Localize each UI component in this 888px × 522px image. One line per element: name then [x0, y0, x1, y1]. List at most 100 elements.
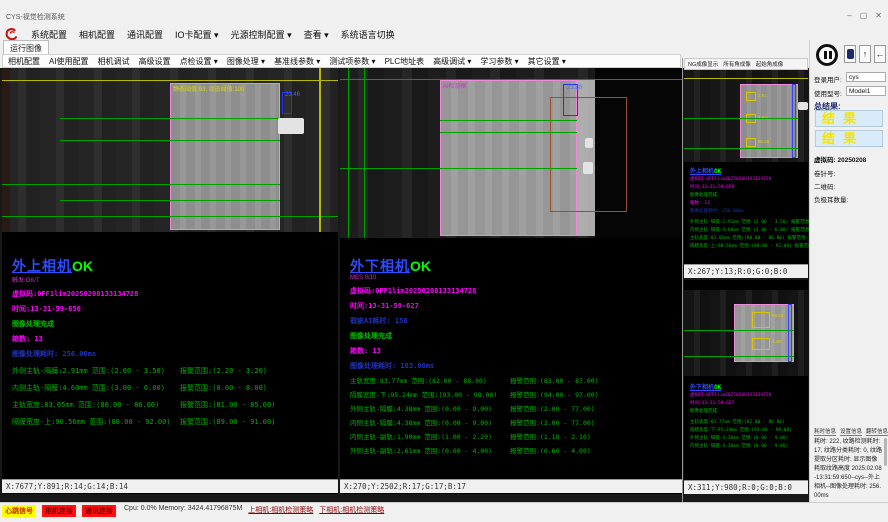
overlay-label: 2.91 — [758, 93, 767, 98]
mini-top-cursor-status: X:267;Y:13;R:0;G:0;B:0 — [684, 264, 808, 278]
measurement-row: 隔膜宽度-上:90.56mm 范围:(88.00 - 92.00)报警范围:(8… — [12, 417, 338, 427]
ai-box-label: AI检测框 — [443, 81, 467, 90]
threshold-label: 静态阈值:93, 动态阈值:100 — [173, 84, 244, 93]
overlay-line — [60, 140, 280, 141]
overlay-line — [684, 118, 798, 119]
toolbar-spotcheck[interactable]: 点检设置 ▾ — [180, 56, 218, 67]
measurement-row: 主轨宽度:83.77mm 范围:(82.00 - 88.00)报警范围:(83.… — [350, 375, 682, 385]
tab-settings-info[interactable]: 设置信息 — [840, 427, 862, 436]
menu-item-system-config[interactable]: 系统配置 — [31, 28, 67, 41]
maximize-button[interactable]: ▢ — [860, 11, 868, 20]
side-panel: ↑ ← 登录用户: cys 使用型号: Model1 总结果: 结果 结果 虚拟… — [809, 40, 888, 507]
left-box-count: 箱数: 13 — [12, 334, 338, 344]
login-user-label: 登录用户: — [814, 74, 842, 84]
pause-button[interactable] — [816, 44, 838, 66]
tab-ng-image[interactable]: NG成像显示 — [688, 60, 718, 68]
device-icon — [847, 49, 854, 59]
yellow-baseline — [2, 80, 338, 81]
overlay-line — [2, 184, 280, 185]
overlay-line — [2, 216, 338, 217]
minimize-button[interactable]: – — [847, 11, 851, 20]
left-edge-band — [2, 68, 10, 232]
roi-rect-pink — [170, 83, 280, 230]
toolbar-test-params[interactable]: 测试项参数 ▾ — [329, 56, 375, 67]
overlay-label: 95.24 — [772, 313, 783, 318]
login-user-field[interactable]: cys — [846, 72, 886, 82]
qr-label: 二维码: — [814, 181, 835, 191]
measure-box-yellow — [746, 92, 756, 101]
left-camera-image[interactable]: 静态阈值:93, 动态阈值:100 23.46 — [2, 68, 338, 232]
overlay-line — [684, 148, 798, 149]
device-button[interactable] — [844, 45, 856, 63]
mid-camera-image[interactable]: AI检测框 23.80 — [340, 68, 682, 238]
model-field[interactable]: Model1 — [846, 86, 886, 96]
mini-bottom-image[interactable]: 95.24 4.38 — [684, 290, 808, 376]
status-bar: 心跳信号 相机连接 通讯连接 Cpu: 0.0% Memory: 3424.41… — [0, 502, 888, 522]
menu-item-io-config[interactable]: IO卡配置 ▾ — [175, 28, 219, 41]
mini-measure-row: 内侧主轨-隔膜:4.38mm 范围:(0.00 - 9.00) — [690, 443, 792, 451]
toolbar-baseline-params[interactable]: 基准线参数 ▾ — [274, 56, 320, 67]
tab-all-angles[interactable]: 所有角成像 — [723, 60, 751, 68]
left-elapsed: 图像处理耗时: 256.00ms — [12, 349, 338, 359]
log-scrollbar[interactable] — [884, 438, 887, 466]
connector-blob — [278, 118, 304, 134]
overlay-vline — [348, 68, 349, 238]
menu-item-camera-config[interactable]: 相机配置 — [79, 28, 115, 41]
yellow-baseline — [684, 78, 808, 79]
overlay-line — [684, 330, 794, 331]
mid-barcode: 虚拟码:0FF1lim20250208133134728 — [350, 286, 682, 296]
left-sub-status: 触发:OK/T — [12, 275, 338, 284]
toolbar-plc-table[interactable]: PLC地址表 — [385, 56, 425, 67]
mid-cursor-status: X:270;Y:2502;R:17;G:17;B:17 — [340, 479, 682, 493]
toolbar-learning-params[interactable]: 学习参数 ▾ — [480, 56, 518, 67]
toolbar-advanced-debug[interactable]: 高级调试 ▾ — [433, 56, 471, 67]
overlay-line — [60, 200, 280, 201]
ai-detect-rect — [550, 97, 627, 212]
mini-top-image[interactable]: 2.91 4.60 90.56 — [684, 70, 808, 162]
menu-item-comm-config[interactable]: 通讯配置 — [127, 28, 163, 41]
measure-box-yellow — [752, 312, 770, 328]
tab-run-image[interactable]: 运行图像 — [3, 40, 49, 54]
top-camera-link[interactable]: 上相机:相机检测策略 — [248, 505, 313, 515]
menu-item-light-config[interactable]: 光源控制配置 ▾ — [231, 28, 292, 41]
measurement-row: 主轨宽度:83.05mm 范围:(80.00 - 86.00)报警范围:(81.… — [12, 400, 338, 410]
toolbar-ai-config[interactable]: AI使用配置 — [49, 56, 89, 67]
measure-tag: 23.80 — [567, 85, 582, 91]
mid-camera-title: 外下相机 — [350, 258, 410, 274]
timing-log-text: 耗时: 222, 纹路检测耗时: 17, 纹路分类耗时: 0, 纹路提取分区耗时… — [814, 438, 882, 501]
close-button[interactable]: ✕ — [875, 11, 882, 20]
toolbar-advanced-settings[interactable]: 高级设置 — [139, 56, 171, 67]
yellow-vertical-line — [319, 68, 321, 232]
arrow-up-button[interactable]: ↑ — [859, 45, 871, 63]
menu-item-view[interactable]: 查看 ▾ — [304, 28, 329, 41]
toolbar: 相机配置 AI使用配置 相机调试 高级设置 点检设置 ▾ 图像处理 ▾ 基准线参… — [2, 54, 681, 68]
tab-elapsed-info[interactable]: 耗时信息 — [814, 427, 836, 436]
divider — [682, 58, 683, 502]
arrow-up-icon: ↑ — [863, 49, 868, 59]
vcode-label: 虚拟码: 20250208 — [814, 154, 866, 164]
menu-item-language[interactable]: 系统语言切换 — [341, 28, 395, 41]
overlay-line — [440, 120, 577, 121]
tab-start-angle[interactable]: 起始角成像 — [756, 60, 784, 68]
arrow-back-button[interactable]: ← — [874, 45, 886, 63]
mini-measure-row: 外侧主轨-隔膜:4.38mm 范围:(0.00 - 9.00) — [690, 435, 792, 443]
bottom-camera-link[interactable]: 下相机:相机检测策略 — [319, 505, 384, 515]
toolbar-other-settings[interactable]: 其它设置 ▾ — [528, 56, 566, 67]
pause-icon — [824, 51, 827, 59]
toolbar-image-processing[interactable]: 图像处理 ▾ — [227, 56, 265, 67]
app-window: CYS-视觉检测系统 – ▢ ✕ 系统配置 相机配置 通讯配置 IO卡配置 ▾ … — [0, 0, 888, 522]
mid-camera-view: AI检测框 23.80 外下相机OK MES:0/10 虚拟码:0FF1lim2… — [340, 68, 682, 494]
toolbar-camera-debug[interactable]: 相机调试 — [98, 56, 130, 67]
mini-measure-row: 主轨宽度:83.77mm 范围:(82.00 - 88.00) — [690, 419, 792, 427]
measure-box-yellow — [752, 338, 770, 350]
mid-ai-elapsed: 瑕疵AI耗时: 156 — [350, 316, 682, 326]
tab-flip-info[interactable]: 翻转信息 — [866, 427, 888, 436]
heartbeat-badge: 心跳信号 — [2, 505, 36, 517]
toolbar-camera-config[interactable]: 相机配置 — [8, 56, 40, 67]
measure-box-blue — [788, 304, 792, 362]
overlay-line — [60, 118, 280, 119]
mini-barcode: 虚拟码:0FF1lim20250208133134728 — [690, 392, 792, 400]
measurement-row: 内侧主轨-副轨:1.90mm 范围:(1.00 - 2.20)报警范围:(1.1… — [350, 431, 682, 441]
measure-tag: 23.46 — [285, 92, 300, 98]
overlay-line — [340, 168, 577, 169]
